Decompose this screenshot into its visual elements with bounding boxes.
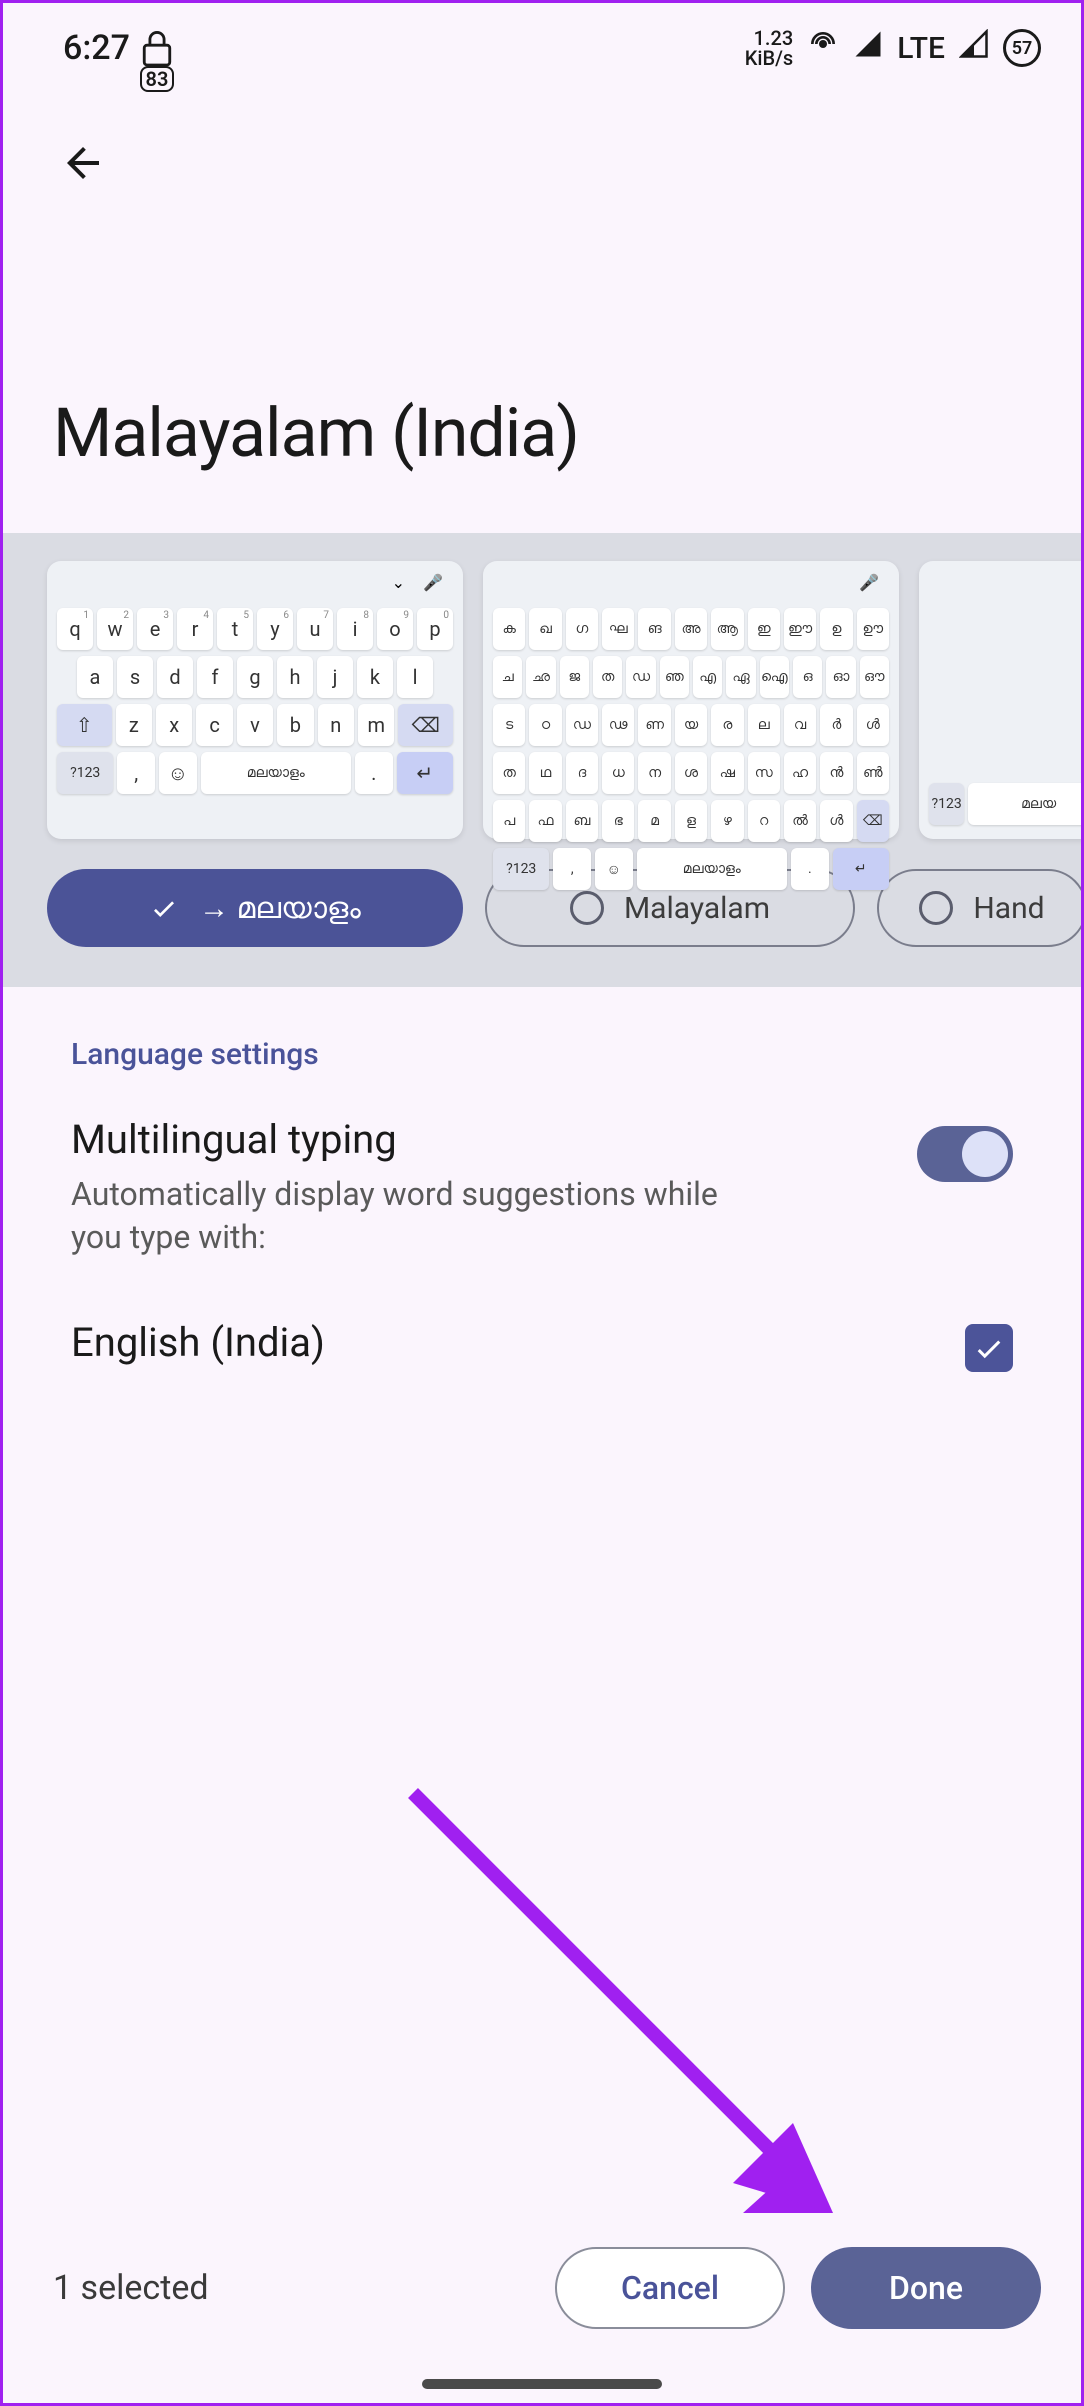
language-english-row[interactable]: English (India) bbox=[71, 1319, 1013, 1376]
done-button[interactable]: Done bbox=[811, 2247, 1041, 2329]
check-icon bbox=[972, 1331, 1006, 1365]
mic-icon: 🎤 bbox=[859, 573, 879, 592]
selected-count: 1 selected bbox=[53, 2268, 209, 2308]
keyboard-preview-transliteration[interactable]: ⌄ 🎤 qwertyuiop asdfghjkl ⇧zxcvbnm⌫ ?123,… bbox=[47, 561, 463, 839]
bottom-action-bar: 1 selected Cancel Done bbox=[3, 2233, 1081, 2343]
multilingual-typing-row[interactable]: Multilingual typing Automatically displa… bbox=[71, 1116, 1013, 1259]
cancel-button[interactable]: Cancel bbox=[555, 2247, 785, 2329]
data-rate: 1.23 KiB/s bbox=[745, 28, 793, 68]
layout-chip-handwriting[interactable]: Hand bbox=[877, 869, 1081, 947]
gesture-nav-handle[interactable] bbox=[422, 2379, 662, 2389]
mic-icon: 🎤 bbox=[423, 573, 443, 592]
layout-chip-label: Malayalam bbox=[624, 891, 770, 926]
layout-chip-label: → മലയാളം bbox=[199, 891, 361, 926]
multilingual-toggle[interactable] bbox=[917, 1126, 1013, 1182]
status-bar: 6:27 83 1.23 KiB/s LTE 57 bbox=[3, 3, 1081, 93]
setting-title: Multilingual typing bbox=[71, 1116, 771, 1163]
back-button[interactable] bbox=[53, 133, 113, 193]
annotation-arrow bbox=[393, 1773, 873, 2243]
radio-icon bbox=[919, 891, 953, 925]
layout-chip-label: Hand bbox=[973, 891, 1044, 926]
radio-icon bbox=[570, 891, 604, 925]
status-time: 6:27 bbox=[63, 28, 130, 68]
setting-description: Automatically display word suggestions w… bbox=[71, 1173, 771, 1259]
language-name: English (India) bbox=[71, 1319, 325, 1366]
battery-icon: 57 bbox=[1003, 29, 1041, 67]
section-header: Language settings bbox=[71, 1037, 1013, 1072]
signal-icon-2 bbox=[959, 28, 989, 68]
layout-carousel[interactable]: ⌄ 🎤 qwertyuiop asdfghjkl ⇧zxcvbnm⌫ ?123,… bbox=[3, 533, 1081, 987]
language-checkbox[interactable] bbox=[965, 1324, 1013, 1372]
keyboard-preview-handwriting[interactable]: ?123മലയ bbox=[919, 561, 1081, 839]
signal-icon bbox=[853, 28, 883, 68]
lock-icon: 83 bbox=[140, 28, 174, 68]
chevron-down-icon: ⌄ bbox=[392, 573, 405, 592]
page-title: Malayalam (India) bbox=[53, 393, 1031, 473]
layout-chip-transliteration[interactable]: → മലയാളം bbox=[47, 869, 463, 947]
check-icon bbox=[149, 891, 179, 925]
lte-label: LTE bbox=[897, 31, 945, 66]
keyboard-preview-malayalam[interactable]: 🎤 കഖഗഘങഅആഇഈഉഊ ചഛജതഡഞഎഏഐഒഓഔ ടഠഡഢണയരലവർൾ ത… bbox=[483, 561, 899, 839]
hotspot-icon bbox=[807, 28, 839, 69]
